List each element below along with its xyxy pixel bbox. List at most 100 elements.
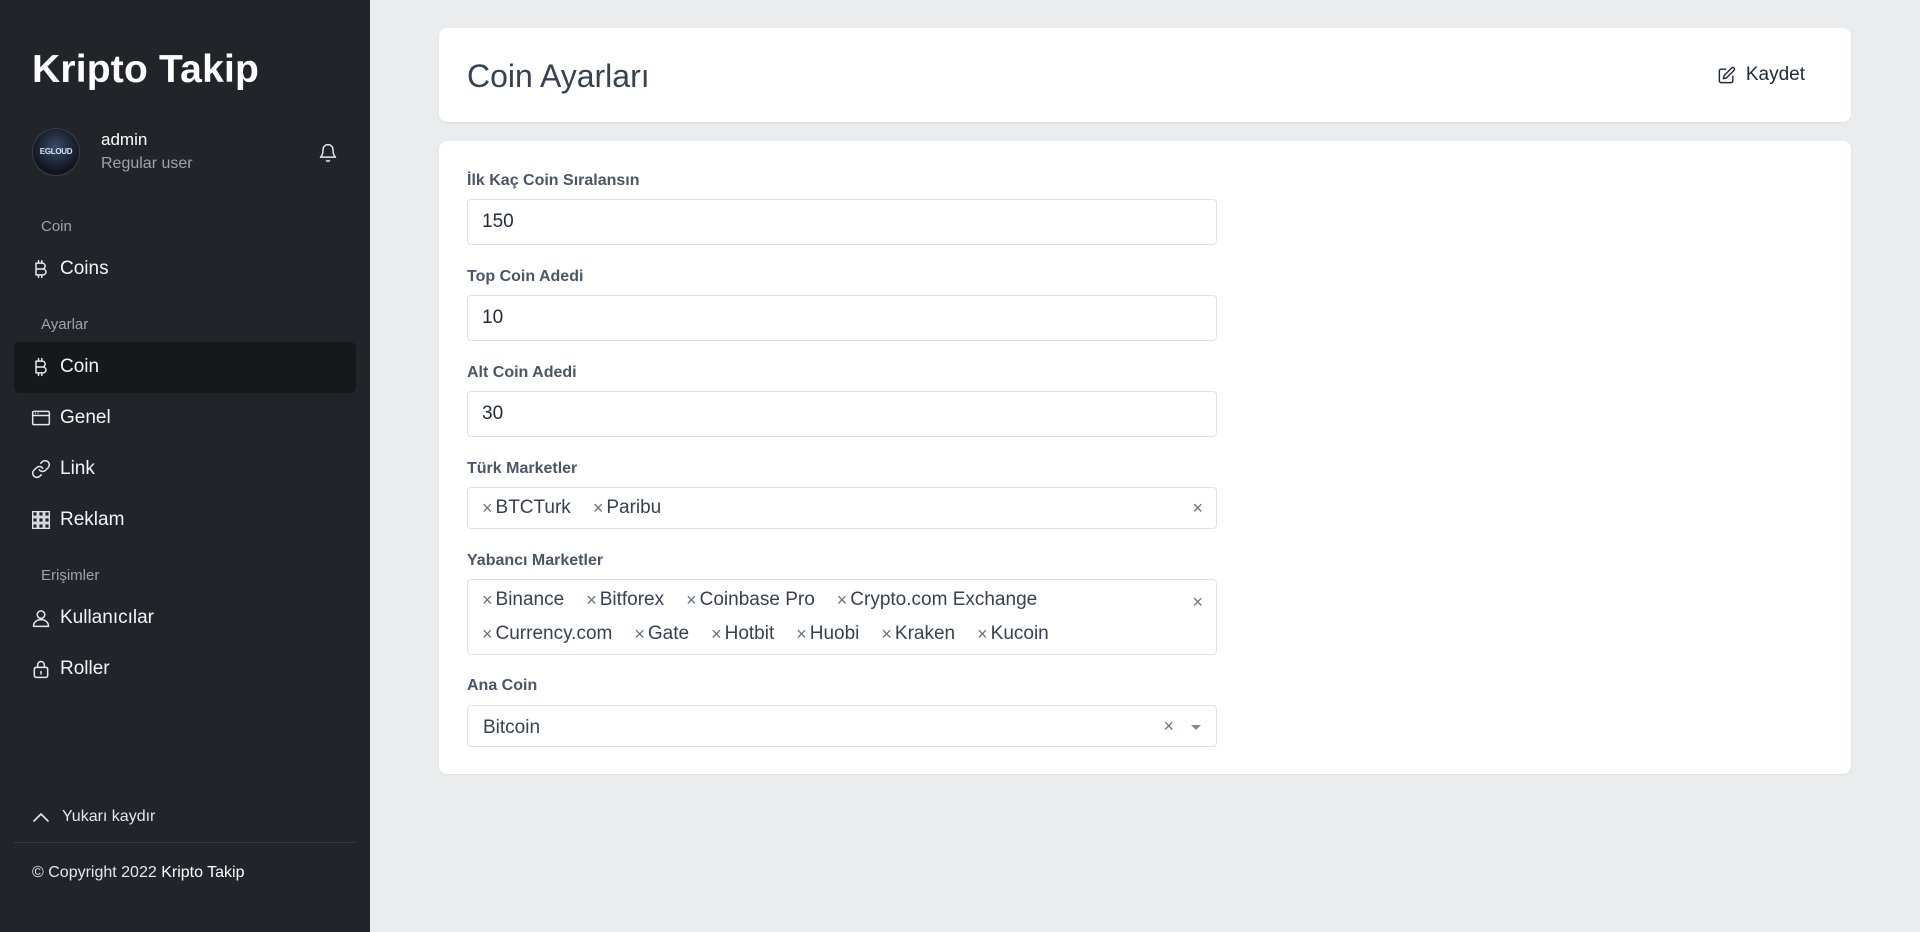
bitcoin-icon — [35, 357, 47, 377]
turkish-markets-select[interactable]: × BTCTurk × Paribu × — [467, 487, 1217, 529]
remove-tag-icon[interactable]: × — [586, 590, 597, 611]
link-icon — [31, 459, 51, 479]
tag-bitforex: × Bitforex — [586, 583, 664, 617]
tag-btcturk: × BTCTurk — [482, 491, 571, 525]
sidebar: Kripto Takip EGLOUD admin Regular user C… — [0, 0, 370, 932]
main-coin-label: Ana Coin — [467, 677, 538, 694]
sidebar-divider — [14, 842, 356, 843]
remove-tag-icon[interactable]: × — [977, 624, 988, 645]
clear-icon[interactable]: × — [1192, 592, 1203, 613]
tag-label: Coinbase Pro — [699, 589, 815, 610]
sidebar-item-coins[interactable]: Coins — [14, 244, 356, 295]
remove-tag-icon[interactable]: × — [711, 624, 722, 645]
user-role: Regular user — [101, 155, 193, 172]
remove-tag-icon[interactable]: × — [796, 624, 807, 645]
top-count-input[interactable] — [467, 295, 1217, 341]
remove-tag-icon[interactable]: × — [837, 590, 848, 611]
sidebar-item-label: Reklam — [60, 509, 125, 530]
top-count-label: Top Coin Adedi — [467, 268, 584, 285]
save-button-label: Kaydet — [1745, 64, 1805, 85]
user-icon — [32, 610, 50, 628]
sidebar-item-label: Roller — [60, 658, 110, 679]
tag-label: Huobi — [809, 623, 860, 644]
nav-section-erisimler: Erişimler — [41, 567, 100, 584]
sidebar-item-label: Link — [60, 458, 95, 479]
copyright-prefix: © Copyright 2022 — [32, 864, 157, 881]
tag-kucoin: × Kucoin — [977, 617, 1049, 651]
sidebar-item-label: Genel — [60, 407, 111, 428]
turkish-markets-label: Türk Marketler — [467, 460, 578, 477]
remove-tag-icon[interactable]: × — [686, 590, 697, 611]
main-coin-value: Bitcoin — [483, 717, 541, 738]
nav-section-ayarlar: Ayarlar — [41, 316, 89, 333]
tag-huobi: × Huobi — [796, 617, 859, 651]
lock-icon — [33, 660, 49, 679]
tag-label: Kucoin — [990, 623, 1049, 644]
sidebar-item-reklam[interactable]: Reklam — [14, 495, 356, 546]
tag-list: × BTCTurk × Paribu — [482, 491, 1180, 525]
scroll-top-label: Yukarı kaydır — [62, 808, 156, 825]
sidebar-item-link[interactable]: Link — [14, 444, 356, 495]
tag-coinbase-pro: × Coinbase Pro — [686, 583, 815, 617]
clear-icon[interactable]: × — [1192, 498, 1203, 519]
page-header-card: Coin Ayarları Kaydet — [439, 28, 1851, 122]
tag-hotbit: × Hotbit — [711, 617, 774, 651]
grid-icon — [32, 511, 51, 529]
clear-icon[interactable]: × — [1163, 716, 1174, 737]
foreign-markets-label: Yabancı Marketler — [467, 552, 604, 569]
remove-tag-icon[interactable]: × — [634, 624, 645, 645]
tag-currency-com: × Currency.com — [482, 617, 612, 651]
remove-tag-icon[interactable]: × — [482, 498, 493, 519]
scroll-top-link[interactable]: Yukarı kaydır — [32, 808, 155, 826]
user-panel: EGLOUD admin Regular user — [32, 128, 338, 178]
bell-icon[interactable] — [318, 142, 338, 164]
copyright-brand[interactable]: Kripto Takip — [161, 864, 244, 881]
avatar-logo-text: EGLOUD — [39, 147, 73, 156]
remove-tag-icon[interactable]: × — [482, 590, 493, 611]
sidebar-item-label: Coin — [60, 356, 100, 377]
tag-binance: × Binance — [482, 583, 564, 617]
sidebar-item-roller[interactable]: Roller — [14, 644, 356, 695]
tag-paribu: × Paribu — [593, 491, 661, 525]
sidebar-item-coin[interactable]: Coin — [14, 342, 356, 393]
remove-tag-icon[interactable]: × — [593, 498, 604, 519]
edit-icon — [1718, 66, 1736, 83]
sidebar-item-label: Kullanıcılar — [60, 607, 154, 628]
sidebar-item-genel[interactable]: Genel — [14, 393, 356, 444]
foreign-markets-select[interactable]: × Binance × Bitforex × Coinbase Pro × Crypto… — [467, 579, 1217, 655]
tag-crypto-com-exchange: × Crypto.com Exchange — [837, 583, 1037, 617]
page-title: Coin Ayarları — [467, 58, 650, 94]
first-count-input[interactable] — [467, 199, 1217, 245]
save-button[interactable]: Kaydet — [1701, 57, 1823, 93]
remove-tag-icon[interactable]: × — [881, 624, 892, 645]
alt-count-label: Alt Coin Adedi — [467, 364, 577, 381]
tag-label: Hotbit — [724, 623, 775, 644]
settings-form-card: İlk Kaç Coin Sıralansın Top Coin Adedi A… — [439, 141, 1851, 774]
window-icon — [31, 410, 51, 426]
user-name: admin — [101, 130, 148, 149]
sidebar-item-kullanicilar[interactable]: Kullanıcılar — [14, 593, 356, 644]
tag-label: Currency.com — [495, 623, 613, 644]
main-coin-select[interactable]: Bitcoin × — [467, 705, 1217, 747]
copyright: © Copyright 2022 Kripto Takip — [32, 864, 245, 882]
tag-label: Kraken — [894, 623, 956, 644]
tag-label: Gate — [647, 623, 690, 644]
chevron-up-icon — [33, 812, 49, 822]
tag-label: Bitforex — [599, 589, 665, 610]
tag-label: BTCTurk — [495, 497, 571, 518]
tag-kraken: × Kraken — [881, 617, 955, 651]
nav-section-coin: Coin — [41, 218, 72, 235]
bitcoin-icon — [35, 259, 47, 279]
tag-label: Crypto.com Exchange — [850, 589, 1038, 610]
chevron-down-icon[interactable] — [1191, 725, 1201, 730]
alt-count-input[interactable] — [467, 391, 1217, 437]
remove-tag-icon[interactable]: × — [482, 624, 493, 645]
first-count-label: İlk Kaç Coin Sıralansın — [467, 172, 640, 189]
tag-list: × Binance × Bitforex × Coinbase Pro × Crypto… — [482, 583, 1180, 651]
tag-label: Binance — [495, 589, 565, 610]
sidebar-item-label: Coins — [60, 258, 109, 279]
tag-label: Paribu — [606, 497, 662, 518]
avatar[interactable]: EGLOUD — [32, 128, 80, 176]
brand-title[interactable]: Kripto Takip — [32, 48, 259, 92]
tag-gate: × Gate — [634, 617, 689, 651]
